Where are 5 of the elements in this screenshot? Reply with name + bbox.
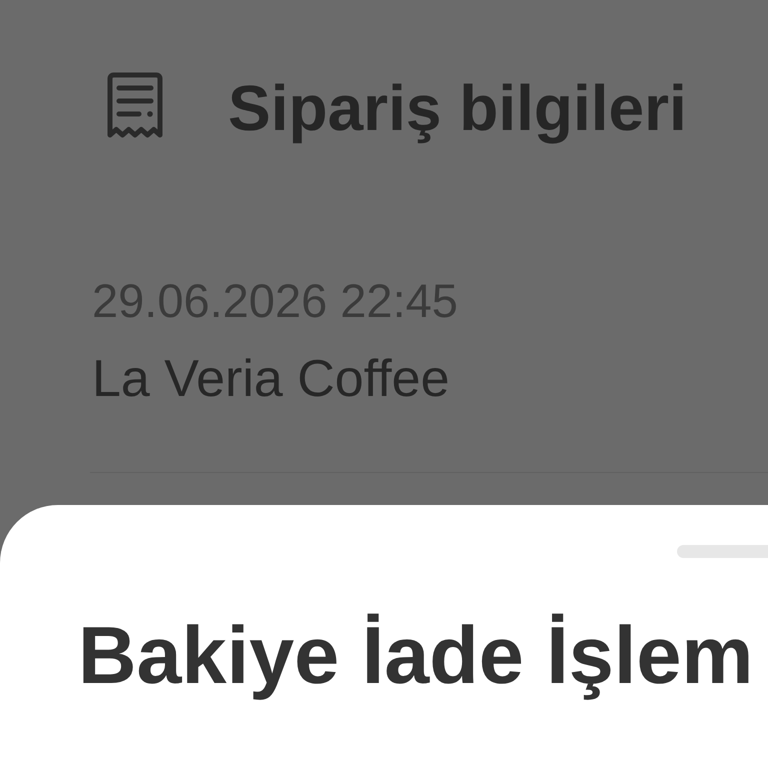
page-title: Sipariş bilgileri bbox=[228, 71, 687, 146]
receipt-icon bbox=[105, 72, 165, 139]
drag-handle[interactable] bbox=[677, 545, 768, 558]
sheet-title: Bakiye İade İşlem bbox=[78, 610, 754, 703]
merchant-name: La Veria Coffee bbox=[92, 353, 450, 405]
